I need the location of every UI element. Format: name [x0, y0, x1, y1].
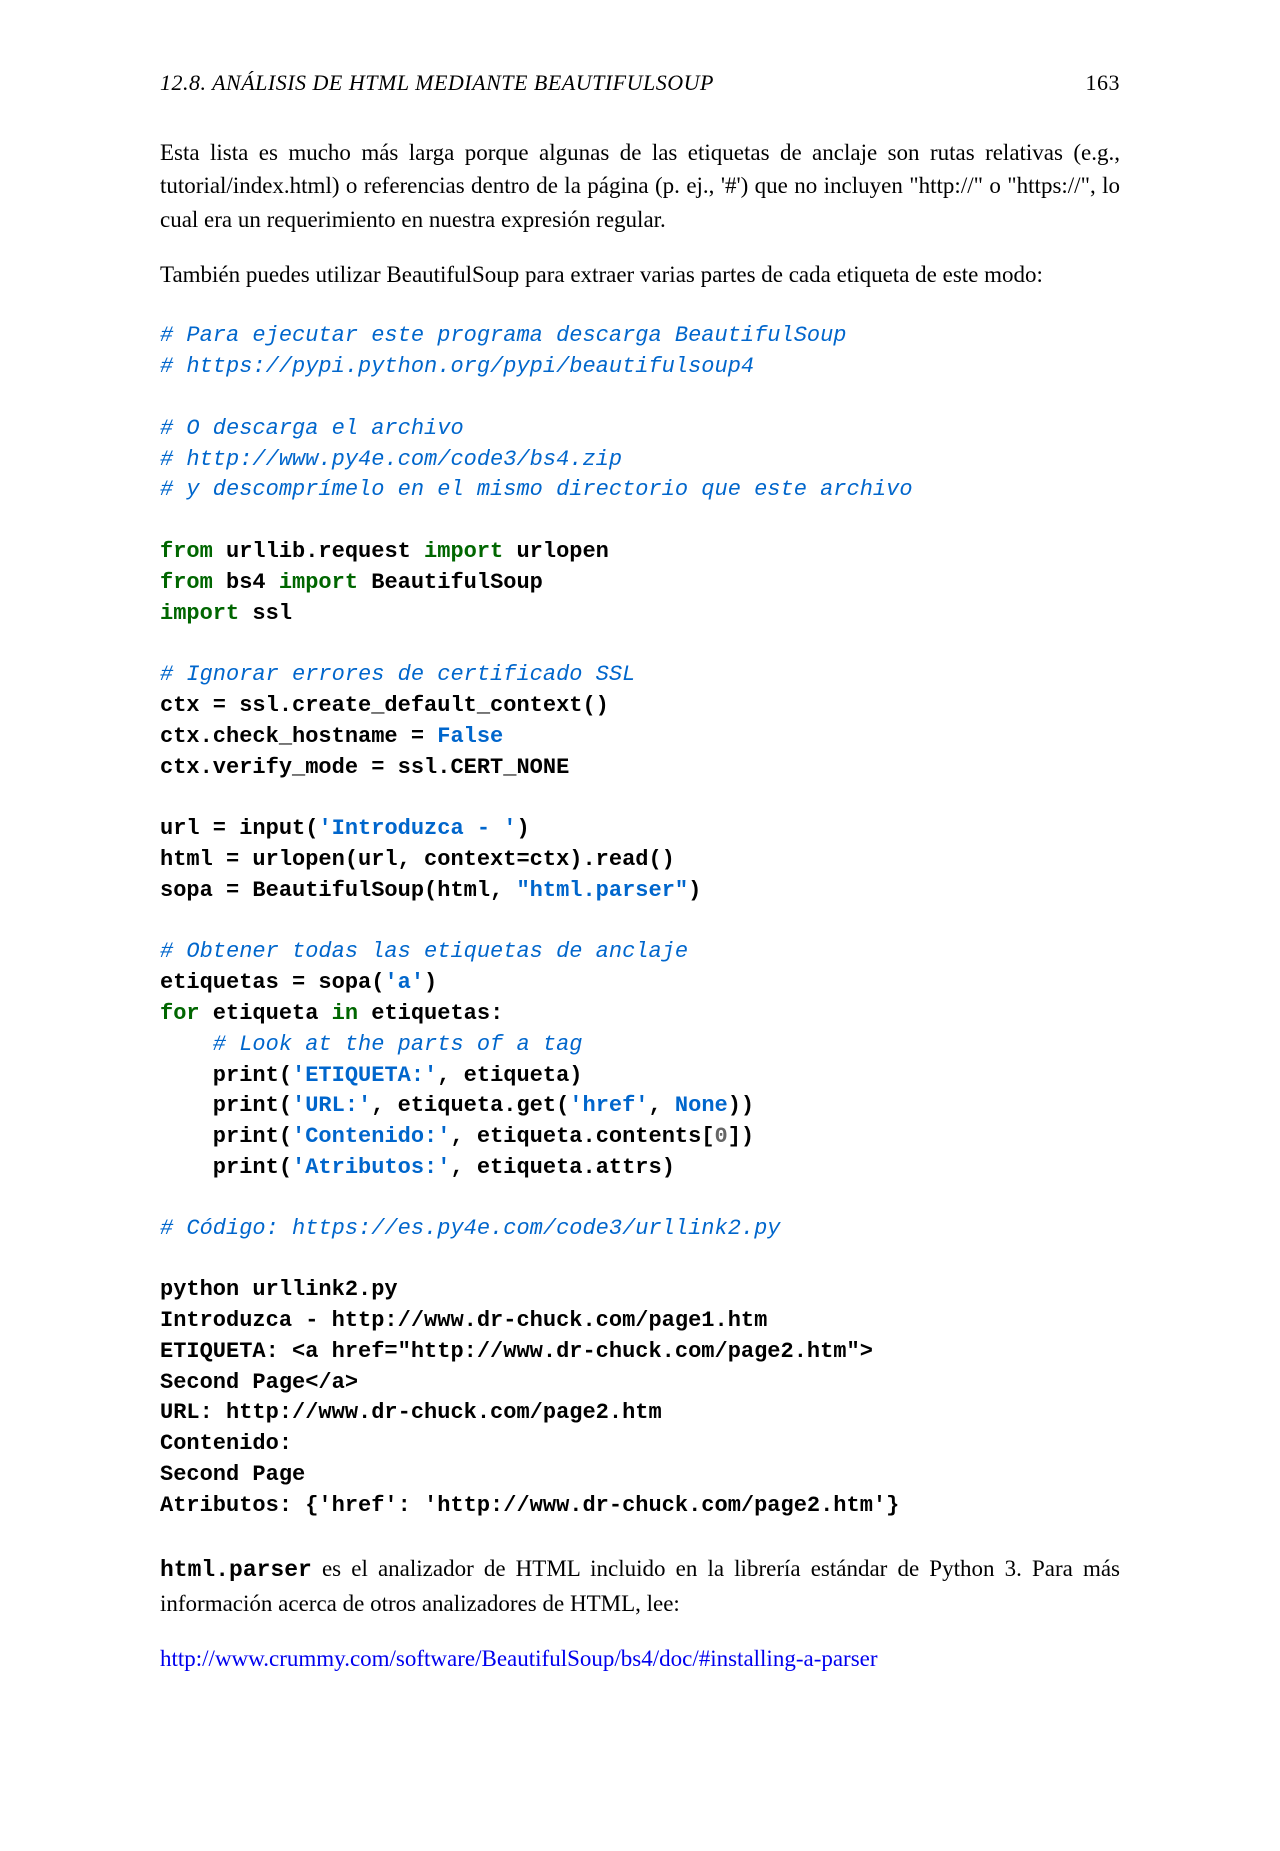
code-text: , etiqueta.attrs) — [450, 1155, 674, 1180]
code-text: , etiqueta.contents[ — [450, 1124, 714, 1149]
code-text: ) — [688, 878, 701, 903]
code-string: 'Contenido:' — [292, 1124, 450, 1149]
page-number: 163 — [1086, 70, 1121, 96]
code-text: ctx.check_hostname = — [160, 724, 437, 749]
code-text: html = urlopen(url, context=ctx).read() — [160, 847, 675, 872]
output-line: Second Page</a> — [160, 1370, 358, 1395]
doc-link[interactable]: http://www.crummy.com/software/Beautiful… — [160, 1646, 878, 1671]
code-string: 'href' — [569, 1093, 648, 1118]
code-text: ssl — [239, 601, 292, 626]
output-line: ETIQUETA: <a href="http://www.dr-chuck.c… — [160, 1339, 873, 1364]
output-line: python urllink2.py — [160, 1277, 398, 1302]
code-keyword: import — [160, 601, 239, 626]
code-text: etiquetas = sopa( — [160, 970, 384, 995]
inline-code: html.parser — [160, 1557, 312, 1583]
paragraph-1: Esta lista es mucho más larga porque alg… — [160, 136, 1120, 236]
code-text: BeautifulSoup — [358, 570, 543, 595]
code-text: print( — [160, 1063, 292, 1088]
code-constant: False — [437, 724, 503, 749]
code-string: 'URL:' — [292, 1093, 371, 1118]
code-comment: # y descomprímelo en el mismo directorio… — [160, 477, 913, 502]
code-text: ) — [516, 816, 529, 841]
paragraph-3: html.parser es el analizador de HTML inc… — [160, 1552, 1120, 1621]
page-header: 12.8. ANÁLISIS DE HTML MEDIANTE BEAUTIFU… — [160, 70, 1120, 96]
code-keyword: import — [424, 539, 503, 564]
code-listing: # Para ejecutar este programa descarga B… — [160, 321, 1120, 1245]
code-comment: # https://pypi.python.org/pypi/beautiful… — [160, 354, 754, 379]
paragraph-link: http://www.crummy.com/software/Beautiful… — [160, 1642, 1120, 1675]
output-listing: python urllink2.py Introduzca - http://w… — [160, 1275, 1120, 1521]
code-string: "html.parser" — [516, 878, 688, 903]
code-text: print( — [160, 1093, 292, 1118]
code-comment: # Código: https://es.py4e.com/code3/urll… — [160, 1216, 781, 1241]
code-comment: # http://www.py4e.com/code3/bs4.zip — [160, 447, 622, 472]
code-keyword: from — [160, 570, 213, 595]
paragraph-2: También puedes utilizar BeautifulSoup pa… — [160, 258, 1120, 291]
code-number: 0 — [715, 1124, 728, 1149]
code-text: , etiqueta.get( — [371, 1093, 569, 1118]
code-text: url = input( — [160, 816, 318, 841]
output-line: Introduzca - http://www.dr-chuck.com/pag… — [160, 1308, 767, 1333]
output-line: Atributos: {'href': 'http://www.dr-chuck… — [160, 1493, 899, 1518]
code-text: ctx = ssl.create_default_context() — [160, 693, 609, 718]
code-keyword: from — [160, 539, 213, 564]
code-text: ) — [424, 970, 437, 995]
code-text: print( — [160, 1124, 292, 1149]
section-title: 12.8. ANÁLISIS DE HTML MEDIANTE BEAUTIFU… — [160, 70, 714, 96]
code-comment: # Look at the parts of a tag — [160, 1032, 582, 1057]
code-text: , etiqueta) — [437, 1063, 582, 1088]
code-text: sopa = BeautifulSoup(html, — [160, 878, 516, 903]
code-text: ctx.verify_mode = ssl.CERT_NONE — [160, 755, 569, 780]
code-text: bs4 — [213, 570, 279, 595]
code-text: etiqueta — [200, 1001, 332, 1026]
code-text: urlopen — [503, 539, 609, 564]
code-text: print( — [160, 1155, 292, 1180]
code-comment: # O descarga el archivo — [160, 416, 464, 441]
code-comment: # Para ejecutar este programa descarga B… — [160, 323, 847, 348]
code-comment: # Obtener todas las etiquetas de anclaje — [160, 939, 688, 964]
output-line: URL: http://www.dr-chuck.com/page2.htm — [160, 1400, 662, 1425]
code-text: etiquetas: — [358, 1001, 503, 1026]
code-string: 'a' — [384, 970, 424, 995]
output-line: Second Page — [160, 1462, 305, 1487]
output-line: Contenido: — [160, 1431, 292, 1456]
code-keyword: for — [160, 1001, 200, 1026]
code-text: )) — [728, 1093, 754, 1118]
code-constant: None — [675, 1093, 728, 1118]
code-text: ]) — [728, 1124, 754, 1149]
code-comment: # Ignorar errores de certificado SSL — [160, 662, 635, 687]
code-keyword: in — [332, 1001, 358, 1026]
code-string: 'ETIQUETA:' — [292, 1063, 437, 1088]
code-text: , — [649, 1093, 675, 1118]
code-text: urllib.request — [213, 539, 424, 564]
code-keyword: import — [279, 570, 358, 595]
code-string: 'Atributos:' — [292, 1155, 450, 1180]
code-string: 'Introduzca - ' — [318, 816, 516, 841]
